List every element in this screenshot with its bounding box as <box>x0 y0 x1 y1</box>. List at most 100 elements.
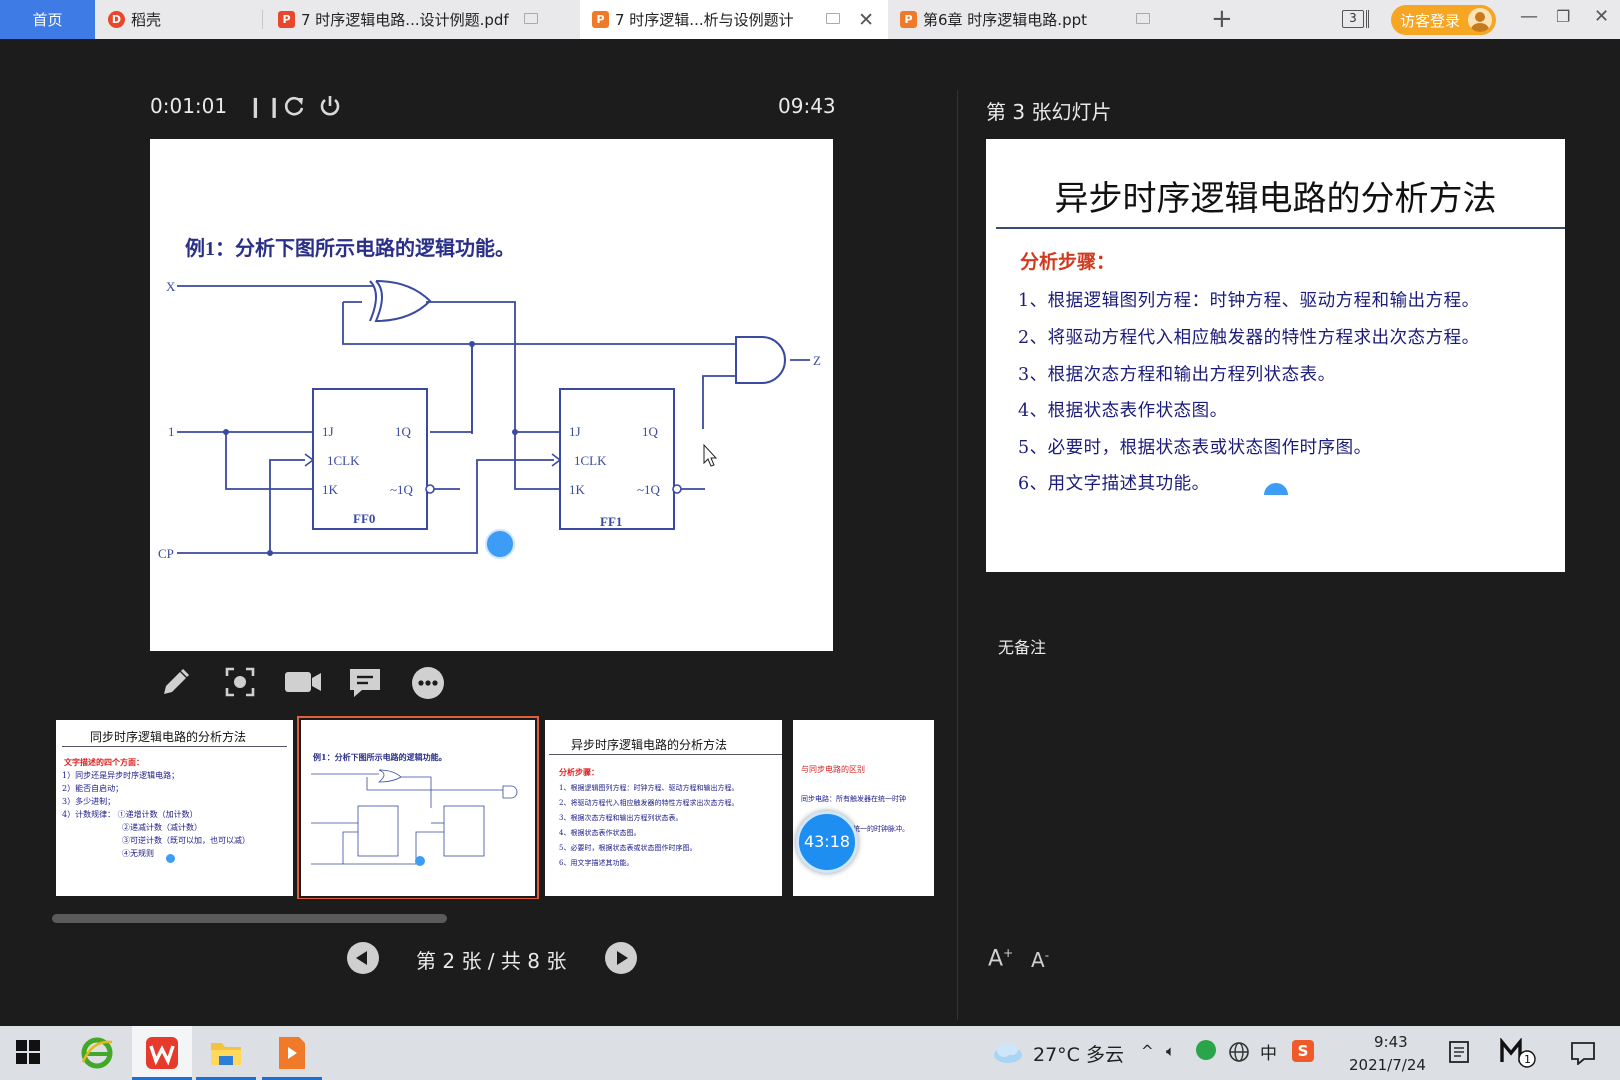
ff0-q: 1Q <box>395 424 412 439</box>
title-rule <box>996 227 1565 229</box>
step-item: 6、用文字描述其功能。 <box>1018 474 1210 494</box>
ff1-clk: 1CLK <box>574 453 607 468</box>
ff0-j: 1J <box>322 424 334 439</box>
floating-timer[interactable]: 43:18 <box>796 811 858 873</box>
folder-icon <box>211 1043 241 1065</box>
ie-browser-icon[interactable] <box>80 1036 114 1070</box>
tab-ppt-active[interactable]: P 7 时序逻辑...析与设例题计 ✕ <box>580 0 888 39</box>
presentation-icon <box>279 1037 305 1069</box>
label-one: 1 <box>168 424 175 439</box>
taskbar-date[interactable]: 2021/7/24 <box>1349 1056 1426 1074</box>
cursor-icon <box>703 443 718 467</box>
next-slide-title: 异步时序逻辑电路的分析方法 <box>1054 179 1497 219</box>
ppt-icon: P <box>900 11 917 28</box>
next-slide-label: 第 3 张幻灯片 <box>986 100 1112 124</box>
window-count-icon[interactable]: 3 <box>1342 10 1364 28</box>
thumbnail-circuit <box>311 769 518 865</box>
label-x: X <box>166 279 176 294</box>
comment-icon[interactable] <box>348 666 382 700</box>
screen-icon[interactable] <box>1136 13 1150 24</box>
svg-text:1: 1 <box>1524 1053 1531 1066</box>
current-slide[interactable]: 例1：分析下图所示电路的逻辑功能。 X Z 1 CP 1J 1Q 1CLK 1K… <box>150 139 833 651</box>
step-item: 2、将驱动方程代入相应触发器的特性方程求出次态方程。 <box>1018 328 1480 348</box>
ime-indicator[interactable]: 中 <box>1260 1039 1277 1064</box>
weather-text[interactable]: 27°C 多云 <box>1033 1040 1124 1067</box>
thumbnail-slide-3[interactable]: 异步时序逻辑电路的分析方法 分析步骤： 1、根据逻辑图列方程：时钟方程、驱动方程… <box>545 720 782 896</box>
more-icon[interactable] <box>411 666 445 700</box>
screenshot-icon[interactable] <box>224 666 256 698</box>
m-app-icon[interactable]: 1 <box>1500 1038 1536 1068</box>
ff0-k: 1K <box>322 482 339 497</box>
screen-icon[interactable] <box>524 13 538 24</box>
thumbnail-slide-1[interactable]: 同步时序逻辑电路的分析方法 文字描述的四个方面： 1）同步还是异步时序逻辑电路；… <box>56 720 293 896</box>
taskbar-wps[interactable] <box>132 1026 192 1080</box>
network-globe-icon[interactable] <box>1228 1041 1250 1063</box>
elapsed-timer: 0:01:01 <box>150 94 228 118</box>
notes-app-icon[interactable] <box>1448 1040 1470 1064</box>
tab-bar: 首页 D 稻壳 P 7 时序逻辑电路...设计例题.pdf P 7 时序逻辑..… <box>0 0 1620 39</box>
close-window-icon[interactable]: ✕ <box>1594 6 1609 27</box>
taskbar: 27°C 多云 ^ 🔈︎ 中 S 9:43 2021/7/24 1 <box>0 1026 1620 1080</box>
tab-daoke[interactable]: D 稻壳 <box>108 0 258 39</box>
taskbar-explorer[interactable] <box>196 1026 256 1080</box>
page-indicator: 第 2 张 / 共 8 张 <box>416 949 567 973</box>
daoke-icon: D <box>108 11 125 28</box>
ff1-j: 1J <box>569 424 581 439</box>
windows-start-icon[interactable] <box>16 1040 50 1074</box>
reset-icon[interactable] <box>282 94 306 118</box>
step-item: 4、根据状态表作状态图。 <box>1018 401 1228 421</box>
pdf-icon: P <box>278 11 295 28</box>
next-slide-preview: 异步时序逻辑电路的分析方法 分析步骤： 1、根据逻辑图列方程：时钟方程、驱动方程… <box>986 139 1565 572</box>
restore-icon[interactable]: ❐ <box>1556 7 1570 26</box>
ppt-icon: P <box>592 11 609 28</box>
label-cp: CP <box>158 546 174 561</box>
ff1-q: 1Q <box>642 424 659 439</box>
font-increase-icon[interactable]: A+ <box>988 946 1013 971</box>
screen-icon[interactable] <box>826 13 840 24</box>
notification-center-icon[interactable] <box>1570 1041 1596 1065</box>
tab-pdf[interactable]: P 7 时序逻辑电路...设计例题.pdf <box>278 0 578 39</box>
avatar <box>1468 8 1492 32</box>
ff0-nq: ~1Q <box>390 482 414 497</box>
label-z: Z <box>813 353 821 368</box>
wps-icon <box>146 1037 178 1069</box>
steps-label: 分析步骤： <box>1020 251 1116 273</box>
tray-chevron-up-icon[interactable]: ^ <box>1141 1042 1154 1060</box>
weather-cloud-icon <box>994 1043 1022 1063</box>
tab-ppt-chapter6[interactable]: P 第6章 时序逻辑电路.ppt <box>900 0 1200 39</box>
panel-divider <box>957 90 958 1020</box>
ff1-k: 1K <box>569 482 586 497</box>
thumbnail-scrollbar[interactable] <box>52 914 447 923</box>
window-count-bar <box>1366 10 1369 28</box>
prev-slide-button[interactable] <box>347 942 379 974</box>
ff0-clk: 1CLK <box>327 453 360 468</box>
laser-pointer-icon[interactable] <box>485 529 515 559</box>
ff1-nq: ~1Q <box>637 482 661 497</box>
new-tab-plus-icon[interactable]: + <box>1211 4 1233 34</box>
volume-icon[interactable]: 🔈︎ <box>1166 1042 1175 1060</box>
notes-text: 无备注 <box>998 638 1047 657</box>
pause-icon[interactable]: ❙❙ <box>247 94 285 118</box>
circuit-diagram: 例1：分析下图所示电路的逻辑功能。 X Z 1 CP 1J 1Q 1CLK 1K… <box>158 236 821 561</box>
next-slide-button[interactable] <box>605 942 637 974</box>
taskbar-presentation[interactable] <box>262 1026 322 1080</box>
step-item: 5、必要时，根据状态表或状态图作时序图。 <box>1018 438 1372 458</box>
step-item: 1、根据逻辑图列方程：时钟方程、驱动方程和输出方程。 <box>1018 291 1480 311</box>
login-button[interactable]: 访客登录 <box>1391 5 1496 35</box>
sogou-ime-icon[interactable]: S <box>1292 1040 1314 1062</box>
camera-icon[interactable] <box>284 666 322 698</box>
step-item: 3、根据次态方程和输出方程列状态表。 <box>1018 365 1336 385</box>
ff0-name: FF0 <box>353 511 375 526</box>
close-icon[interactable]: ✕ <box>858 9 874 31</box>
tab-home[interactable]: 首页 <box>0 0 95 39</box>
thumbnail-slide-2[interactable]: 例1：分析下图所示电路的逻辑功能。 <box>297 716 539 899</box>
minimize-icon[interactable]: — <box>1520 6 1538 27</box>
ff1-name: FF1 <box>600 514 622 529</box>
thumbnail-strip: 同步时序逻辑电路的分析方法 文字描述的四个方面： 1）同步还是异步时序逻辑电路；… <box>56 716 934 899</box>
security-app-icon[interactable] <box>1196 1040 1216 1060</box>
clock: 09:43 <box>778 94 836 118</box>
pen-icon[interactable] <box>160 666 192 698</box>
font-decrease-icon[interactable]: A- <box>1031 948 1049 972</box>
power-icon[interactable] <box>318 94 342 118</box>
taskbar-time[interactable]: 9:43 <box>1374 1033 1408 1051</box>
